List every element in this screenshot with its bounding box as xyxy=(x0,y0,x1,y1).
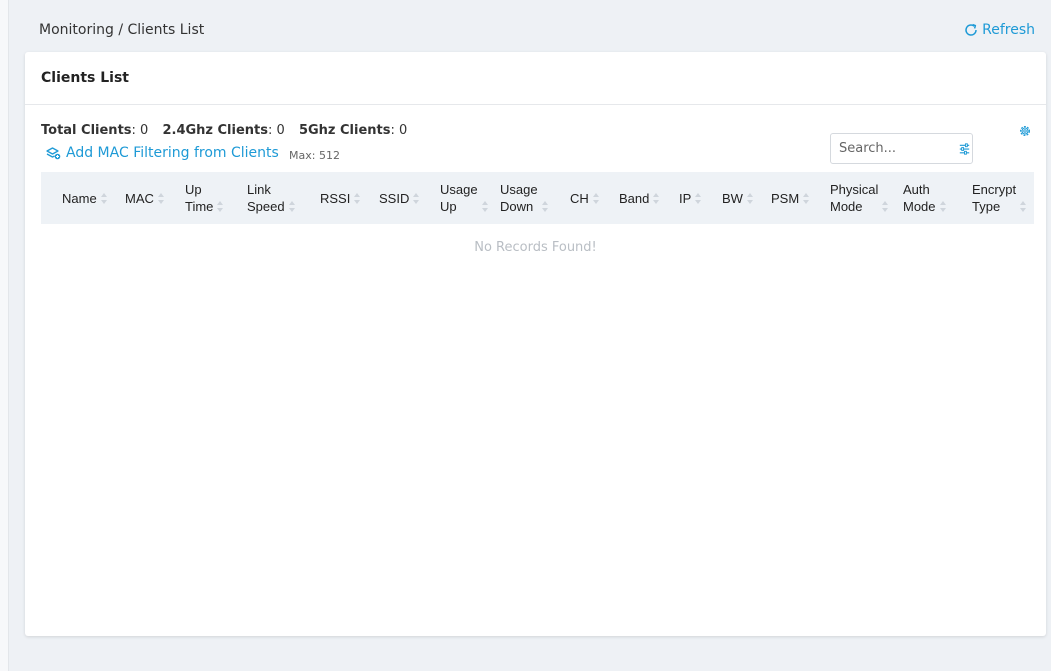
breadcrumb-bar: Monitoring / Clients List Refresh xyxy=(25,10,1046,50)
column-header[interactable]: Auth Mode xyxy=(903,172,946,224)
clients-list-card: Clients List Total Clients: 0 2.4Ghz Cli… xyxy=(25,52,1046,636)
sort-icon[interactable] xyxy=(100,192,107,204)
sliders-icon[interactable] xyxy=(957,141,972,157)
column-header[interactable]: RSSI xyxy=(320,172,361,224)
total-clients-stat: Total Clients: 0 xyxy=(41,123,149,138)
column-header-label: MAC xyxy=(125,190,154,206)
column-header[interactable]: PSM xyxy=(771,172,810,224)
column-header-label: Band xyxy=(619,190,650,206)
max-count: Max: 512 xyxy=(289,149,340,162)
refresh-button[interactable]: Refresh xyxy=(963,22,1035,38)
search-input[interactable] xyxy=(831,133,951,164)
column-header[interactable]: SSID xyxy=(379,172,420,224)
column-header-label: CH xyxy=(570,190,589,206)
column-header[interactable]: Usage Up xyxy=(440,172,488,224)
sort-icon[interactable] xyxy=(157,192,164,204)
column-header[interactable]: MAC xyxy=(125,172,164,224)
table-header: Name MAC Up Time Link Speed RSSI SSID Usage Up… xyxy=(41,172,1034,224)
gear-icon[interactable] xyxy=(1018,124,1032,138)
add-mac-filtering-link[interactable]: Add MAC Filtering from Clients xyxy=(45,145,279,161)
column-header[interactable]: Usage Down xyxy=(500,172,548,224)
column-header[interactable]: Band xyxy=(619,172,660,224)
empty-message: No Records Found! xyxy=(474,240,597,255)
column-header-label: Usage Up xyxy=(440,182,478,214)
layers-plus-icon xyxy=(46,147,61,160)
column-header[interactable]: Name xyxy=(62,172,107,224)
sort-icon[interactable] xyxy=(882,201,889,212)
column-header[interactable]: Physical Mode xyxy=(830,172,889,224)
sort-icon[interactable] xyxy=(695,192,702,204)
column-header-label: Name xyxy=(62,190,97,206)
sort-icon[interactable] xyxy=(803,192,810,204)
add-mac-label: Add MAC Filtering from Clients xyxy=(66,145,279,161)
column-header-label: Physical Mode xyxy=(830,182,879,214)
sort-icon[interactable] xyxy=(1020,201,1027,212)
refresh-icon xyxy=(965,23,977,36)
sort-icon[interactable] xyxy=(481,201,488,212)
client-stats: Total Clients: 0 2.4Ghz Clients: 0 5Ghz … xyxy=(41,123,417,138)
column-header-label: Usage Down xyxy=(500,182,538,214)
column-header[interactable]: Link Speed xyxy=(247,172,295,224)
column-header[interactable]: Up Time xyxy=(185,172,224,224)
breadcrumb: Monitoring / Clients List xyxy=(39,22,205,38)
sort-icon[interactable] xyxy=(653,192,660,204)
g24-clients-stat: 2.4Ghz Clients: 0 xyxy=(162,123,285,138)
card-title: Clients List xyxy=(25,52,1046,105)
sort-icon[interactable] xyxy=(354,192,361,204)
sort-icon[interactable] xyxy=(939,201,946,212)
column-header[interactable]: Encrypt Type xyxy=(972,172,1027,224)
refresh-label: Refresh xyxy=(982,22,1035,38)
column-header-label: Auth Mode xyxy=(903,182,936,214)
column-header[interactable]: IP xyxy=(679,172,702,224)
column-header-label: IP xyxy=(679,190,692,206)
column-header[interactable]: CH xyxy=(570,172,599,224)
column-header-label: Up Time xyxy=(185,182,214,214)
sort-icon[interactable] xyxy=(592,192,599,204)
column-header-label: Link Speed xyxy=(247,182,285,214)
search-box[interactable] xyxy=(830,133,973,164)
column-header-label: PSM xyxy=(771,190,800,206)
g5-clients-stat: 5Ghz Clients: 0 xyxy=(298,123,408,138)
sort-icon[interactable] xyxy=(541,201,548,212)
column-header-label: RSSI xyxy=(320,190,351,206)
page-left-edge xyxy=(0,0,9,671)
sort-icon[interactable] xyxy=(217,201,224,212)
sort-icon[interactable] xyxy=(413,192,420,204)
sort-icon[interactable] xyxy=(746,192,753,204)
sort-icon[interactable] xyxy=(288,201,295,212)
column-header-label: Encrypt Type xyxy=(972,182,1017,214)
column-header-label: BW xyxy=(722,190,743,206)
column-header[interactable]: BW xyxy=(722,172,753,224)
column-header-label: SSID xyxy=(379,190,410,206)
